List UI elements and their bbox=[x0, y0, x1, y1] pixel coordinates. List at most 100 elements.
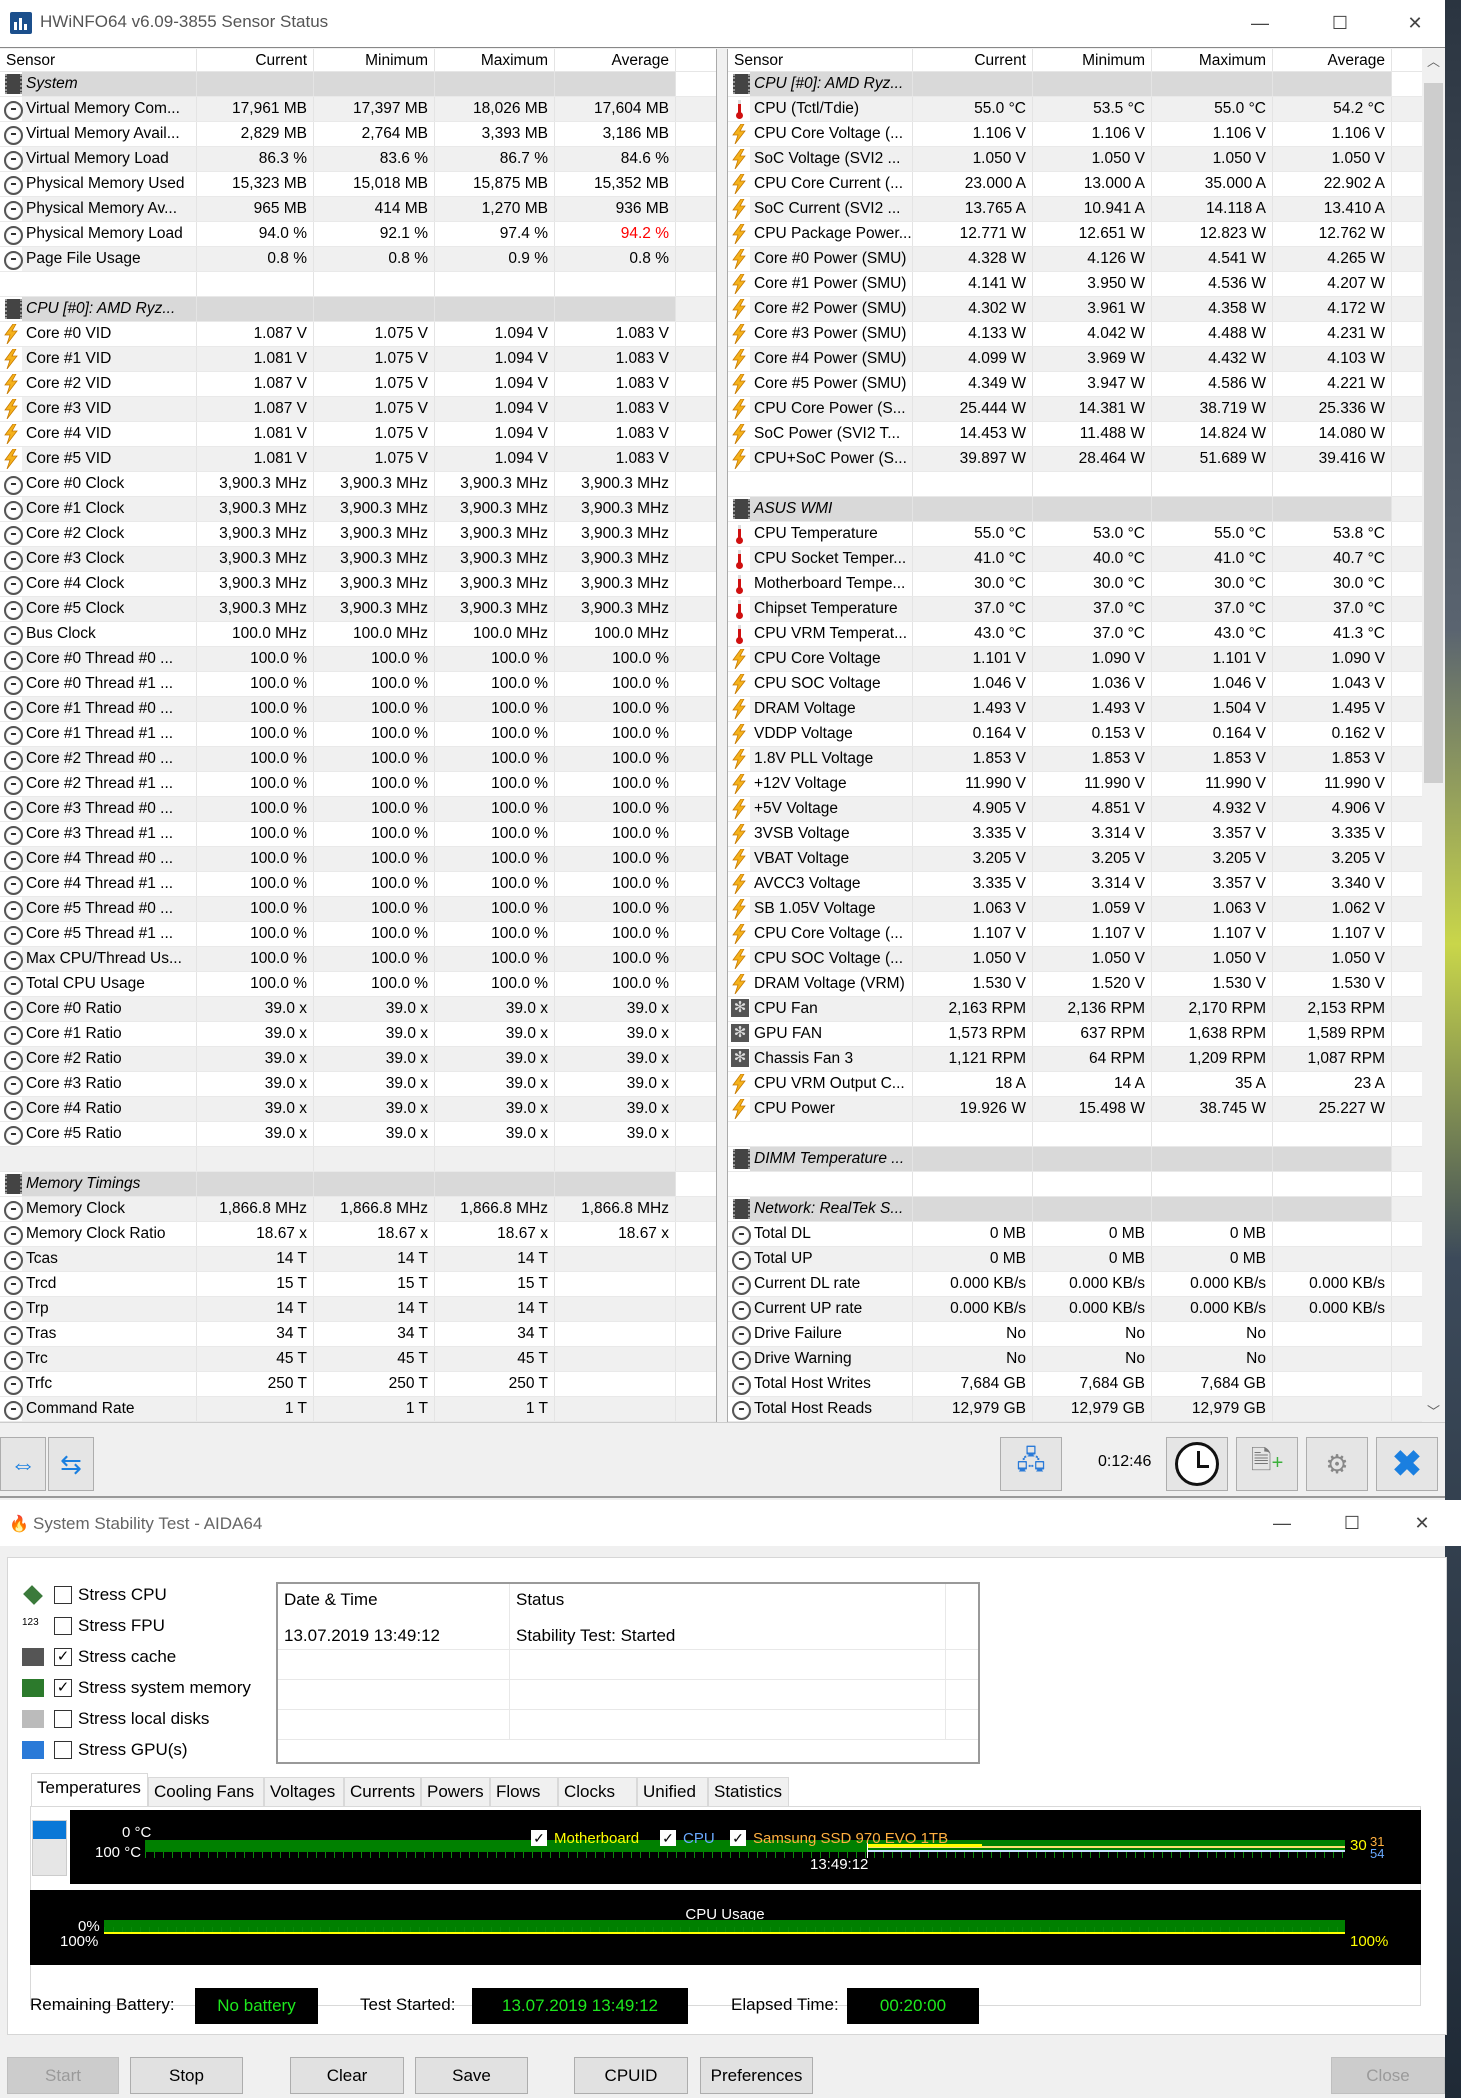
sensor-row[interactable]: Core #2 Thread #1 ... 100.0 % 100.0 % 100.0… bbox=[0, 772, 716, 797]
sensor-row[interactable]: Core #4 Ratio 39.0 x 39.0 x 39.0 x 39.0 x bbox=[0, 1097, 716, 1122]
tab-powers[interactable]: Powers bbox=[421, 1777, 490, 1807]
sensor-row[interactable]: Core #1 VID 1.081 V 1.075 V 1.094 V 1.083 V bbox=[0, 347, 716, 372]
sensor-row[interactable]: CPU Core Voltage 1.101 V 1.090 V 1.101 V 1.0… bbox=[728, 647, 1445, 672]
clear-button[interactable]: Clear bbox=[290, 2057, 404, 2094]
reset-timer-button[interactable] bbox=[1166, 1437, 1228, 1491]
sensor-row[interactable]: Drive Warning No No No bbox=[728, 1347, 1445, 1372]
sensor-row[interactable]: Total UP 0 MB 0 MB 0 MB bbox=[728, 1247, 1445, 1272]
sensor-row[interactable]: Virtual Memory Com... 17,961 MB 17,397 MB 1… bbox=[0, 97, 716, 122]
sensor-row[interactable]: Core #3 Thread #0 ... 100.0 % 100.0 % 100.0… bbox=[0, 797, 716, 822]
stress-checkbox[interactable]: ✓ bbox=[54, 1679, 72, 1697]
sensor-row[interactable]: SoC Current (SVI2 ... 13.765 A 10.941 A 14.… bbox=[728, 197, 1445, 222]
sensor-row[interactable]: CPU SOC Voltage 1.046 V 1.036 V 1.046 V 1.04… bbox=[728, 672, 1445, 697]
maximize-button[interactable]: ☐ bbox=[1332, 1510, 1372, 1536]
column-header-sensor[interactable]: Sensor bbox=[0, 49, 197, 71]
sensor-row[interactable]: Page File Usage 0.8 % 0.8 % 0.9 % 0.8 % bbox=[0, 247, 716, 272]
sensor-row[interactable]: Core #4 Clock 3,900.3 MHz 3,900.3 MHz 3,900… bbox=[0, 572, 716, 597]
scroll-down-icon[interactable]: ﹀ bbox=[1422, 1401, 1445, 1420]
stress-option[interactable]: Stress local disks bbox=[22, 1706, 209, 1732]
tab-temperatures[interactable]: Temperatures bbox=[31, 1773, 148, 1807]
sensor-row[interactable]: Virtual Memory Avail... 2,829 MB 2,764 MB 3… bbox=[0, 122, 716, 147]
sensor-group-header[interactable]: Memory Timings bbox=[0, 1172, 716, 1197]
sensor-group-header[interactable]: CPU [#0]: AMD Ryz... bbox=[0, 297, 716, 322]
stress-checkbox[interactable] bbox=[54, 1586, 72, 1604]
collapse-columns-button[interactable]: ⇆ bbox=[48, 1437, 94, 1491]
sensor-row[interactable]: Chassis Fan 3 1,121 RPM64 RPM1,209 RPM1,0… bbox=[728, 1047, 1445, 1072]
sensor-row[interactable]: Core #4 Thread #0 ... 100.0 % 100.0 % 100.0… bbox=[0, 847, 716, 872]
column-header-date[interactable]: Date & Time bbox=[278, 1584, 510, 1620]
sensor-row[interactable]: CPU VRM Output C... 18 A 14 A 35 A 23 A bbox=[728, 1072, 1445, 1097]
sensor-row[interactable]: Core #2 Power (SMU) 4.302 W 3.961 W 4.358 W… bbox=[728, 297, 1445, 322]
sensor-row[interactable]: DRAM Voltage 1.493 V 1.493 V 1.504 V 1.495 V bbox=[728, 697, 1445, 722]
sensor-row[interactable]: CPU VRM Temperat... 43.0 °C 37.0 °C 43.0 °C… bbox=[728, 622, 1445, 647]
sensor-row[interactable]: Current DL rate 0.000 KB/s 0.000 KB/s 0.000… bbox=[728, 1272, 1445, 1297]
sensor-row[interactable]: Total CPU Usage 100.0 % 100.0 % 100.0 % 100.… bbox=[0, 972, 716, 997]
sensor-row[interactable]: Core #3 Ratio 39.0 x 39.0 x 39.0 x 39.0 x bbox=[0, 1072, 716, 1097]
sensor-row[interactable]: CPU SOC Voltage (... 1.050 V 1.050 V 1.050 … bbox=[728, 947, 1445, 972]
tab-flows[interactable]: Flows bbox=[490, 1777, 558, 1807]
close-window-button[interactable]: ✕ bbox=[1402, 1510, 1442, 1536]
sensor-group-header[interactable]: System bbox=[0, 72, 716, 97]
sensor-row[interactable]: Trc 45 T 45 T 45 T bbox=[0, 1347, 716, 1372]
tab-clocks[interactable]: Clocks bbox=[558, 1777, 637, 1807]
minimize-button[interactable]: — bbox=[1262, 1510, 1302, 1536]
legend-checkbox-motherboard[interactable]: ✓ bbox=[531, 1830, 547, 1846]
column-header-maximum[interactable]: Maximum bbox=[435, 49, 555, 71]
sensor-row[interactable]: Physical Memory Used 15,323 MB 15,018 MB 15… bbox=[0, 172, 716, 197]
sensor-row[interactable]: CPU Fan 2,163 RPM2,136 RPM2,170 RPM2,153 … bbox=[728, 997, 1445, 1022]
sensor-row[interactable]: Tcas 14 T 14 T 14 T bbox=[0, 1247, 716, 1272]
sensor-row[interactable]: CPU (Tctl/Tdie) 55.0 °C 53.5 °C 55.0 °C 54.2… bbox=[728, 97, 1445, 122]
sensor-row[interactable]: SoC Power (SVI2 T... 14.453 W 11.488 W 14.8… bbox=[728, 422, 1445, 447]
sensor-row[interactable]: +12V Voltage 11.990 V 11.990 V 11.990 V 11.9… bbox=[728, 772, 1445, 797]
save-button[interactable]: Save bbox=[415, 2057, 528, 2094]
sensor-group-header[interactable]: DIMM Temperature ... bbox=[728, 1147, 1445, 1172]
sensor-row[interactable]: Core #1 Ratio 39.0 x 39.0 x 39.0 x 39.0 x bbox=[0, 1022, 716, 1047]
sensor-row[interactable]: Core #5 Power (SMU) 4.349 W 3.947 W 4.586 W… bbox=[728, 372, 1445, 397]
sensor-row[interactable]: Total Host Writes 7,684 GB 7,684 GB 7,684 G… bbox=[728, 1372, 1445, 1397]
network-button[interactable]: 🖧 bbox=[1000, 1437, 1062, 1491]
sensor-row[interactable]: Physical Memory Av... 965 MB 414 MB 1,270 M… bbox=[0, 197, 716, 222]
stop-button[interactable]: Stop bbox=[130, 2057, 243, 2094]
sensor-row[interactable]: Max CPU/Thread Us... 100.0 % 100.0 % 100.0 … bbox=[0, 947, 716, 972]
expand-columns-button[interactable]: ⇔ bbox=[0, 1437, 46, 1491]
logging-button[interactable]: 🗎+ bbox=[1236, 1437, 1298, 1491]
start-button[interactable]: Start bbox=[7, 2057, 119, 2094]
sensor-row[interactable]: Core #0 Power (SMU) 4.328 W 4.126 W 4.541 W… bbox=[728, 247, 1445, 272]
sensor-row[interactable]: SoC Voltage (SVI2 ... 1.050 V 1.050 V 1.050… bbox=[728, 147, 1445, 172]
sensor-row[interactable]: Core #0 Thread #0 ... 100.0 % 100.0 % 100.0… bbox=[0, 647, 716, 672]
exit-button[interactable]: ✖ bbox=[1376, 1437, 1438, 1491]
panel-splitter[interactable] bbox=[717, 49, 727, 1422]
minimize-button[interactable]: — bbox=[1240, 10, 1280, 36]
sensor-group-header[interactable]: CPU [#0]: AMD Ryz... bbox=[728, 72, 1445, 97]
sensor-row[interactable]: +5V Voltage 4.905 V 4.851 V 4.932 V 4.906 V bbox=[728, 797, 1445, 822]
tab-voltages[interactable]: Voltages bbox=[264, 1777, 344, 1807]
column-header-maximum[interactable]: Maximum bbox=[1152, 49, 1273, 71]
stress-option[interactable]: ✓ Stress system memory bbox=[22, 1675, 251, 1701]
sensor-row[interactable]: CPU Core Current (... 23.000 A 13.000 A 35.… bbox=[728, 172, 1445, 197]
column-header-average[interactable]: Average bbox=[555, 49, 676, 71]
sensor-group-header[interactable]: ASUS WMI bbox=[728, 497, 1445, 522]
sensor-row[interactable]: CPU+SoC Power (S... 39.897 W 28.464 W 51.68… bbox=[728, 447, 1445, 472]
sensor-row[interactable]: Core #3 Thread #1 ... 100.0 % 100.0 % 100.0… bbox=[0, 822, 716, 847]
stress-checkbox[interactable] bbox=[54, 1617, 72, 1635]
sensor-row[interactable]: Core #3 VID 1.087 V 1.075 V 1.094 V 1.083 V bbox=[0, 397, 716, 422]
sensor-row[interactable]: SB 1.05V Voltage 1.063 V 1.059 V 1.063 V 1.0… bbox=[728, 897, 1445, 922]
sensor-row[interactable]: Core #2 Clock 3,900.3 MHz 3,900.3 MHz 3,900… bbox=[0, 522, 716, 547]
stress-option[interactable]: Stress GPU(s) bbox=[22, 1737, 188, 1763]
sensor-row[interactable]: Current UP rate 0.000 KB/s 0.000 KB/s 0.000… bbox=[728, 1297, 1445, 1322]
sensor-row[interactable]: CPU Core Power (S... 25.444 W 14.381 W 38.7… bbox=[728, 397, 1445, 422]
sensor-row[interactable]: VDDP Voltage 0.164 V 0.153 V 0.164 V 0.162 V bbox=[728, 722, 1445, 747]
sensor-row[interactable]: Core #1 Power (SMU) 4.141 W 3.950 W 4.536 W… bbox=[728, 272, 1445, 297]
sensor-row[interactable]: CPU Core Voltage (... 1.106 V 1.106 V 1.106… bbox=[728, 122, 1445, 147]
column-header-current[interactable]: Current bbox=[197, 49, 314, 71]
sensor-row[interactable]: AVCC3 Voltage 3.335 V 3.314 V 3.357 V 3.340 … bbox=[728, 872, 1445, 897]
sensor-row[interactable]: Motherboard Tempe... 30.0 °C 30.0 °C 30.0 °… bbox=[728, 572, 1445, 597]
stress-checkbox[interactable]: ✓ bbox=[54, 1648, 72, 1666]
sensor-row[interactable]: Core #1 Clock 3,900.3 MHz 3,900.3 MHz 3,900… bbox=[0, 497, 716, 522]
sensor-row[interactable]: Chipset Temperature 37.0 °C 37.0 °C 37.0 °C… bbox=[728, 597, 1445, 622]
sensor-row[interactable]: Core #1 Thread #1 ... 100.0 % 100.0 % 100.0… bbox=[0, 722, 716, 747]
vertical-scrollbar[interactable]: ︿ ﹀ bbox=[1422, 49, 1445, 1422]
sensor-row[interactable]: Core #5 VID 1.081 V 1.075 V 1.094 V 1.083 V bbox=[0, 447, 716, 472]
legend-checkbox-cpu[interactable]: ✓ bbox=[660, 1830, 676, 1846]
sensor-row[interactable]: Core #2 VID 1.087 V 1.075 V 1.094 V 1.083 V bbox=[0, 372, 716, 397]
